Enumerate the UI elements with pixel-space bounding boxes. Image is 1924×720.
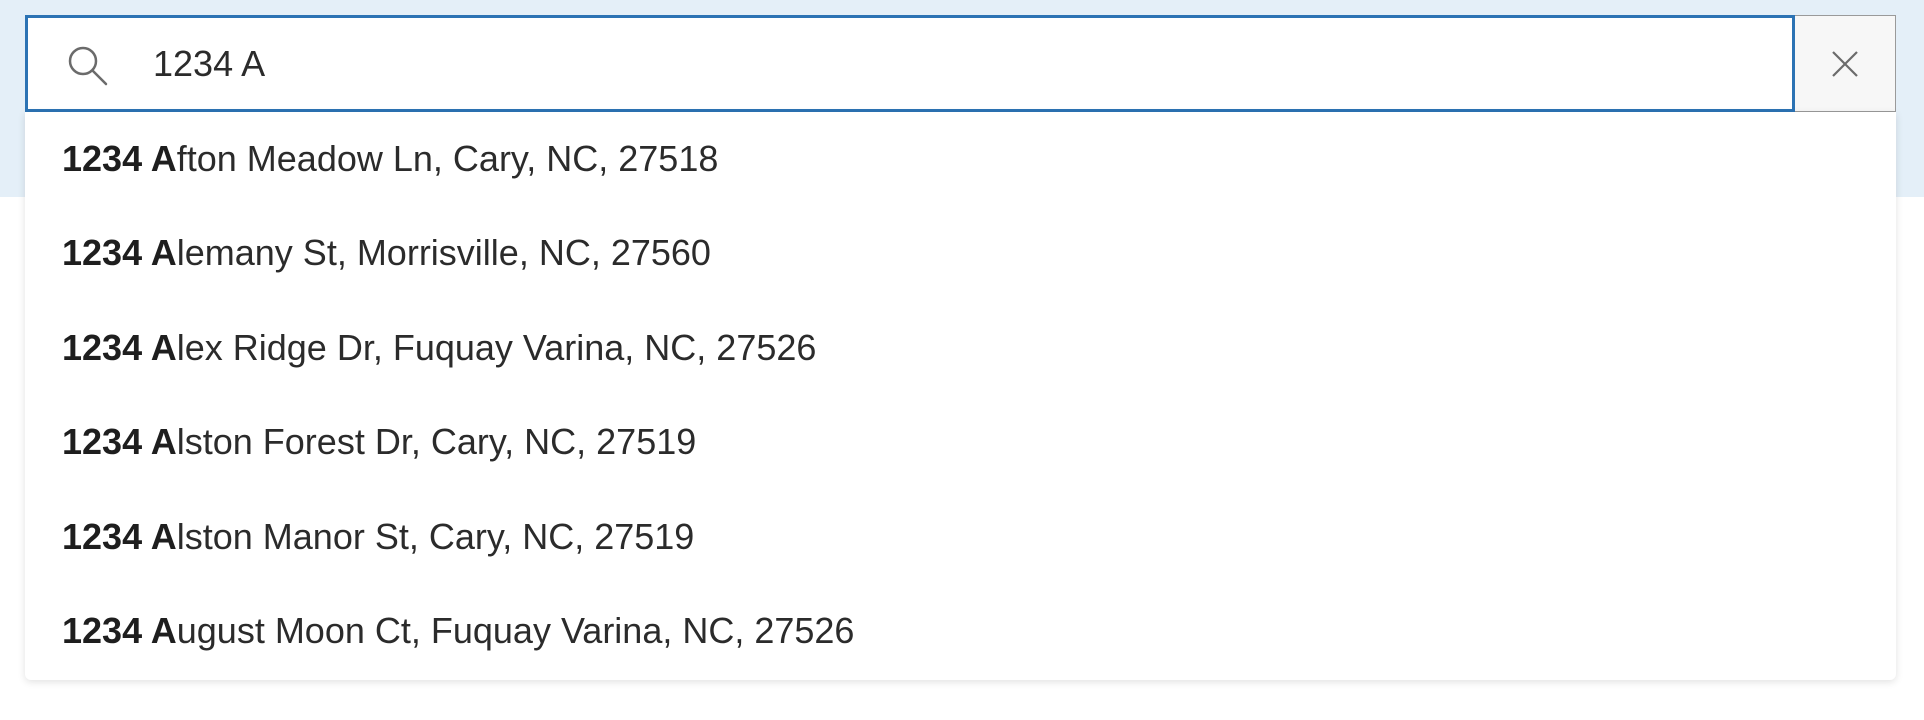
suggestion-match: 1234 A <box>62 232 177 273</box>
page: 1234 Afton Meadow Ln, Cary, NC, 27518 12… <box>0 0 1924 720</box>
suggestion-match: 1234 A <box>62 421 177 462</box>
search-box[interactable] <box>25 15 1795 112</box>
suggestion-rest: lex Ridge Dr, Fuquay Varina, NC, 27526 <box>176 327 817 368</box>
search-bar <box>25 15 1896 112</box>
clear-search-button[interactable] <box>1795 15 1896 112</box>
suggestion-match: 1234 A <box>62 138 177 179</box>
search-icon <box>68 46 108 86</box>
suggestion-rest: lston Manor St, Cary, NC, 27519 <box>176 516 695 557</box>
suggestion-rest: lston Forest Dr, Cary, NC, 27519 <box>176 421 697 462</box>
suggestion-item[interactable]: 1234 Alex Ridge Dr, Fuquay Varina, NC, 2… <box>25 301 1896 395</box>
suggestion-text: 1234 Alemany St, Morrisville, NC, 27560 <box>62 206 711 300</box>
suggestion-text: 1234 August Moon Ct, Fuquay Varina, NC, … <box>62 584 854 678</box>
suggestion-rest: ugust Moon Ct, Fuquay Varina, NC, 27526 <box>176 610 855 651</box>
suggestion-match: 1234 A <box>62 327 177 368</box>
suggestion-text: 1234 Alex Ridge Dr, Fuquay Varina, NC, 2… <box>62 301 816 395</box>
suggestion-rest: fton Meadow Ln, Cary, NC, 27518 <box>176 138 719 179</box>
suggestion-text: 1234 Alston Manor St, Cary, NC, 27519 <box>62 490 694 584</box>
search-input[interactable] <box>153 18 1753 109</box>
suggestion-item[interactable]: 1234 Alston Manor St, Cary, NC, 27519 <box>25 490 1896 584</box>
suggestion-text: 1234 Afton Meadow Ln, Cary, NC, 27518 <box>62 112 718 206</box>
suggestion-item[interactable]: 1234 Alston Forest Dr, Cary, NC, 27519 <box>25 395 1896 489</box>
suggestion-item[interactable]: 1234 Alemany St, Morrisville, NC, 27560 <box>25 206 1896 300</box>
suggestion-rest: lemany St, Morrisville, NC, 27560 <box>176 232 711 273</box>
suggestion-item[interactable]: 1234 August Moon Ct, Fuquay Varina, NC, … <box>25 584 1896 678</box>
suggestion-item[interactable]: 1234 Afton Meadow Ln, Cary, NC, 27518 <box>25 112 1896 206</box>
suggestion-match: 1234 A <box>62 610 177 651</box>
suggestion-match: 1234 A <box>62 516 177 557</box>
suggestions-list: 1234 Afton Meadow Ln, Cary, NC, 27518 12… <box>25 112 1896 680</box>
close-icon <box>1832 51 1858 77</box>
suggestion-text: 1234 Alston Forest Dr, Cary, NC, 27519 <box>62 395 696 489</box>
